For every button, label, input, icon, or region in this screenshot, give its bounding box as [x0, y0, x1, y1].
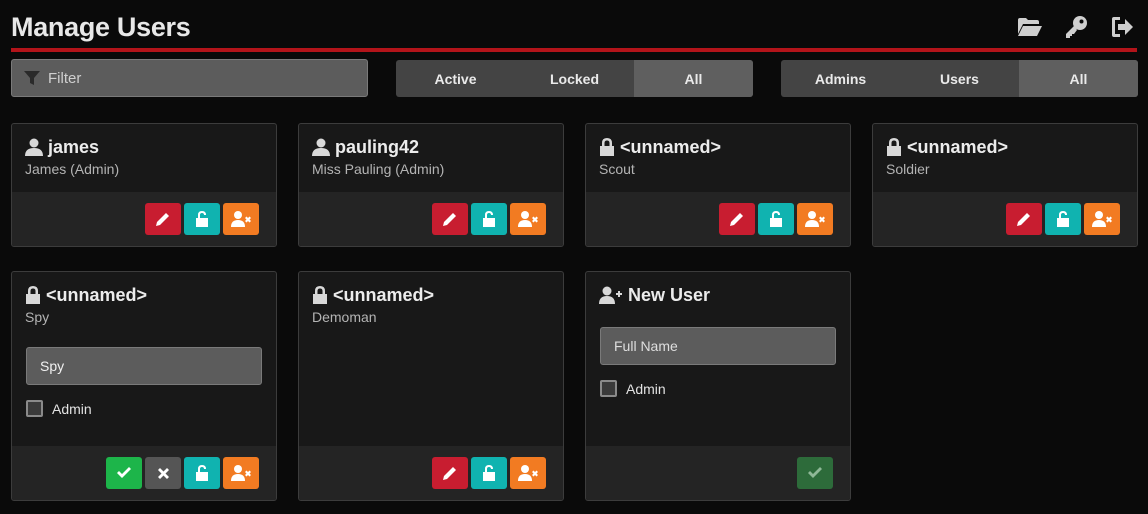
card-actions: [586, 192, 850, 246]
user-subtitle: Soldier: [886, 161, 930, 177]
header-actions: [1015, 14, 1137, 40]
unlock-icon: [483, 211, 495, 227]
edit-button[interactable]: [1006, 203, 1042, 235]
remove-user-button[interactable]: [510, 203, 546, 235]
save-button[interactable]: [106, 457, 142, 489]
user-title: <unnamed>: [620, 136, 722, 157]
user-times-icon: [231, 465, 251, 481]
filter-icon: [24, 71, 40, 85]
filter-box: [11, 59, 368, 97]
unlock-button[interactable]: [471, 457, 507, 489]
role-option-all[interactable]: All: [1019, 60, 1138, 97]
status-filter: Active Locked All: [396, 60, 753, 97]
lock-icon: [600, 138, 614, 156]
status-option-locked[interactable]: Locked: [515, 60, 634, 97]
lock-icon: [887, 138, 901, 156]
card-actions: [12, 446, 276, 500]
user-card: <unnamed> Demoman: [298, 271, 564, 501]
edit-button[interactable]: [719, 203, 755, 235]
page-header: Manage Users: [11, 10, 1137, 52]
admin-checkbox-row: Admin: [600, 380, 666, 397]
admin-checkbox-label: Admin: [52, 400, 92, 417]
admin-checkbox-row: Admin: [26, 400, 92, 417]
user-title: pauling42: [335, 136, 420, 157]
user-icon: [25, 138, 43, 156]
user-card: <unnamed> Soldier: [872, 123, 1138, 247]
remove-user-button[interactable]: [223, 203, 259, 235]
close-icon: [157, 467, 169, 479]
pencil-icon: [443, 213, 456, 226]
user-times-icon: [518, 211, 538, 227]
edit-button[interactable]: [145, 203, 181, 235]
admin-checkbox-label: Admin: [626, 380, 666, 397]
create-user-button[interactable]: [797, 457, 833, 489]
unlock-button[interactable]: [758, 203, 794, 235]
admin-checkbox[interactable]: [600, 380, 617, 397]
role-option-users[interactable]: Users: [900, 60, 1019, 97]
user-times-icon: [1092, 211, 1112, 227]
remove-user-button[interactable]: [797, 203, 833, 235]
new-user-card: New User Admin: [585, 271, 851, 501]
card-actions: [873, 192, 1137, 246]
card-actions: [12, 192, 276, 246]
lock-icon: [313, 286, 327, 304]
unlock-icon: [196, 465, 208, 481]
role-option-admins[interactable]: Admins: [781, 60, 900, 97]
edit-button[interactable]: [432, 457, 468, 489]
remove-user-button[interactable]: [510, 457, 546, 489]
page-title: Manage Users: [11, 12, 191, 42]
pencil-icon: [1017, 213, 1030, 226]
unlock-icon: [196, 211, 208, 227]
folder-open-icon[interactable]: [1015, 14, 1045, 40]
user-subtitle: Spy: [25, 309, 50, 325]
user-card-editing: <unnamed> Spy Admin: [11, 271, 277, 501]
user-subtitle: Miss Pauling (Admin): [312, 161, 445, 177]
user-times-icon: [805, 211, 825, 227]
user-card: james James (Admin): [11, 123, 277, 247]
unlock-button[interactable]: [471, 203, 507, 235]
pencil-icon: [156, 213, 169, 226]
user-card: pauling42 Miss Pauling (Admin): [298, 123, 564, 247]
admin-checkbox[interactable]: [26, 400, 43, 417]
unlock-icon: [1057, 211, 1069, 227]
unlock-icon: [483, 465, 495, 481]
pencil-icon: [730, 213, 743, 226]
unlock-icon: [770, 211, 782, 227]
user-card: <unnamed> Scout: [585, 123, 851, 247]
status-option-active[interactable]: Active: [396, 60, 515, 97]
unlock-button[interactable]: [184, 203, 220, 235]
card-actions: [299, 446, 563, 500]
card-actions: [299, 192, 563, 246]
full-name-input[interactable]: [26, 347, 262, 385]
sign-out-icon[interactable]: [1107, 14, 1137, 40]
check-icon: [117, 467, 131, 478]
user-times-icon: [231, 211, 251, 227]
remove-user-button[interactable]: [1084, 203, 1120, 235]
user-title: <unnamed>: [907, 136, 1009, 157]
user-subtitle: James (Admin): [25, 161, 120, 177]
user-subtitle: Scout: [599, 161, 635, 177]
user-plus-icon: [599, 286, 622, 304]
user-title: <unnamed>: [46, 284, 148, 305]
check-icon: [808, 467, 822, 478]
user-subtitle: Demoman: [312, 309, 377, 325]
role-filter: Admins Users All: [781, 60, 1138, 97]
edit-button[interactable]: [432, 203, 468, 235]
card-actions: [586, 446, 850, 500]
cancel-button[interactable]: [145, 457, 181, 489]
key-icon[interactable]: [1061, 14, 1091, 40]
remove-user-button[interactable]: [223, 457, 259, 489]
unlock-button[interactable]: [184, 457, 220, 489]
user-icon: [312, 138, 330, 156]
new-user-title: New User: [628, 284, 711, 305]
lock-icon: [26, 286, 40, 304]
user-title: james: [48, 136, 100, 157]
pencil-icon: [443, 467, 456, 480]
user-title: <unnamed>: [333, 284, 435, 305]
user-times-icon: [518, 465, 538, 481]
filter-input[interactable]: [48, 69, 348, 87]
full-name-input[interactable]: [600, 327, 836, 365]
unlock-button[interactable]: [1045, 203, 1081, 235]
status-option-all[interactable]: All: [634, 60, 753, 97]
